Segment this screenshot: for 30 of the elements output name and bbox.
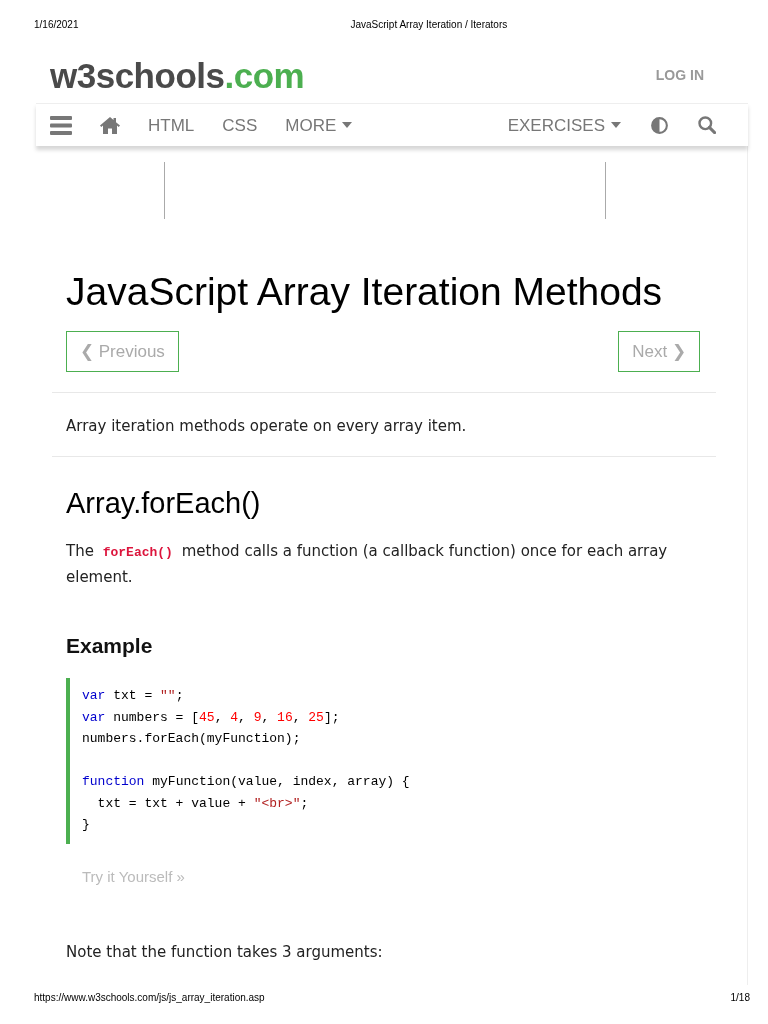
- print-page-number: 1/18: [730, 991, 750, 1005]
- menu-icon[interactable]: [50, 115, 72, 135]
- print-url: https://www.w3schools.com/js/js_array_iteration.asp: [34, 991, 265, 1005]
- search-icon[interactable]: [698, 116, 716, 134]
- home-icon[interactable]: [100, 116, 120, 134]
- nav-link[interactable]: CSS: [222, 116, 258, 134]
- example-heading: Example: [66, 633, 153, 659]
- caret-icon: [342, 122, 353, 128]
- contrast-icon[interactable]: [651, 116, 668, 134]
- code-line: }: [82, 816, 90, 834]
- nav-dropdown[interactable]: EXERCISES: [507, 116, 621, 134]
- caret-icon: [611, 122, 621, 128]
- previous-button[interactable]: ❮ Previous: [66, 331, 179, 372]
- login-link[interactable]: LOG IN: [655, 65, 704, 86]
- description-text: The forEach() method calls a function (a callback function) once for each array element.: [66, 541, 669, 588]
- code-line: numbers.forEach(myFunction);: [82, 730, 301, 748]
- print-title: JavaScript Array Iteration / Iterators: [350, 17, 508, 32]
- nav-link[interactable]: HTML: [148, 116, 195, 134]
- page-title: JavaScript Array Iteration Methods: [66, 269, 663, 315]
- intro-text: Array iteration methods operate on every array item.: [66, 416, 467, 437]
- code-line: var numbers = [45, 4, 9, 16, 25];: [82, 708, 340, 727]
- code-line: function myFunction(value, index, array) {: [82, 773, 410, 791]
- section-heading: Array.forEach(): [66, 486, 261, 521]
- site-logo[interactable]: w3schools.com: [50, 58, 305, 93]
- nav-dropdown[interactable]: MORE: [285, 116, 353, 134]
- code-line: var txt = "";: [82, 687, 184, 705]
- note-text: Note that the function takes 3 arguments:: [66, 941, 383, 963]
- print-date: 1/16/2021: [34, 17, 79, 32]
- next-button[interactable]: Next ❯: [618, 331, 700, 372]
- code-line: txt = txt + value + "<br>";: [96, 794, 309, 813]
